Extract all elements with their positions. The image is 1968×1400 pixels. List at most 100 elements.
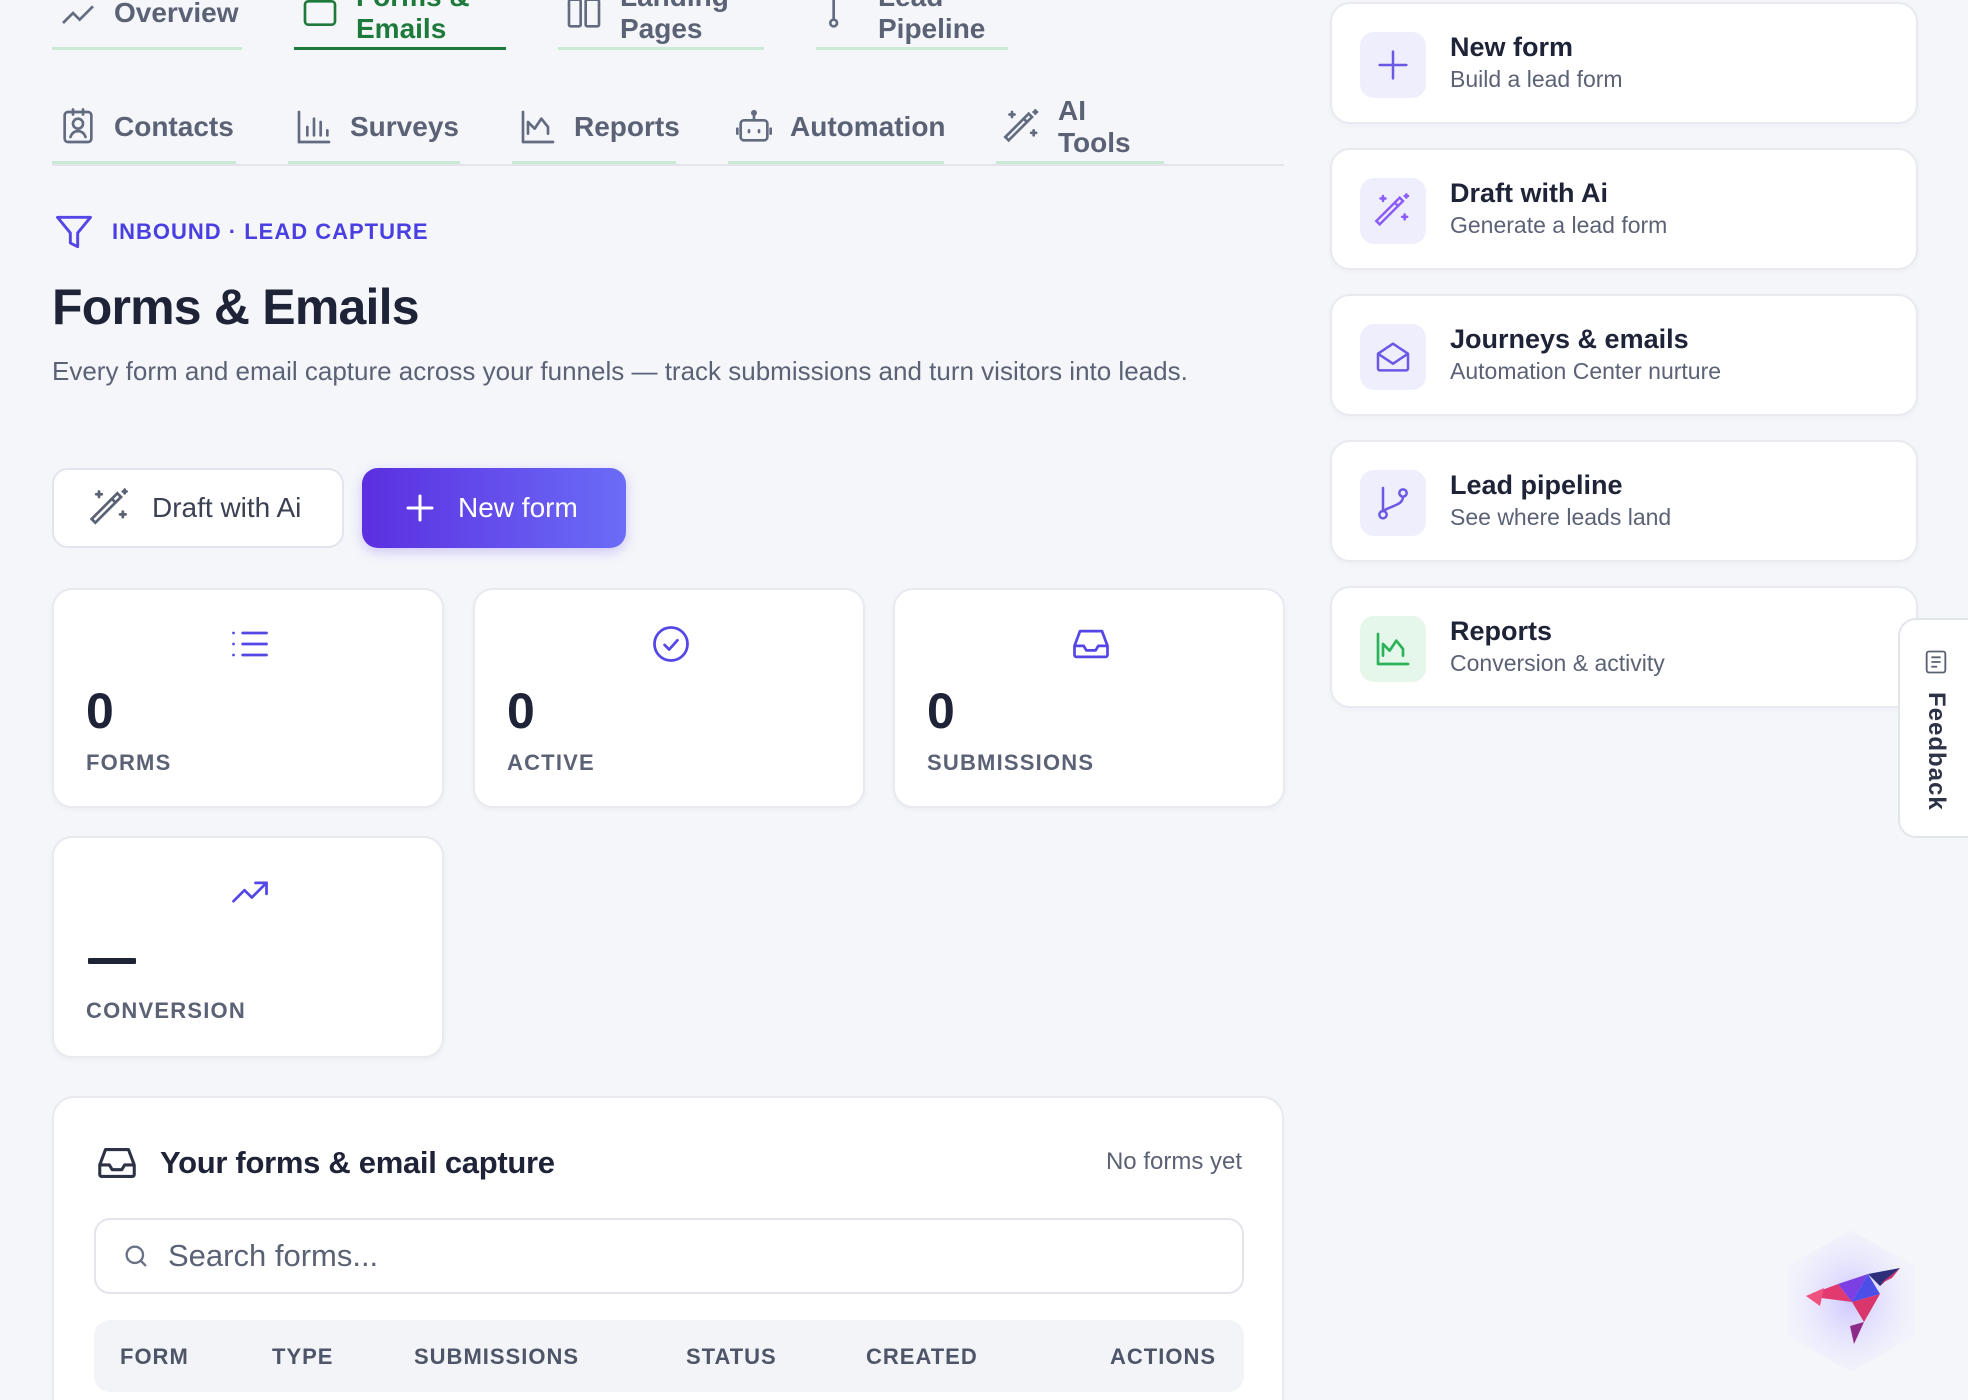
magic-wand-icon [1373, 191, 1413, 231]
tab-reports[interactable]: Reports [512, 92, 680, 164]
tab-surveys[interactable]: Surveys [288, 92, 460, 164]
quick-card-icon [1360, 470, 1426, 536]
button-label: New form [458, 492, 578, 523]
quick-card-title: Lead pipeline [1450, 470, 1623, 500]
quick-card-title: New form [1450, 32, 1574, 62]
quick-card-new-form[interactable]: New form Build a lead form [1330, 2, 1918, 124]
tab-label: Landing Pages [620, 0, 729, 44]
plus-icon [1373, 45, 1413, 85]
search-icon [122, 1242, 150, 1270]
feedback-label: Feedback [1923, 692, 1950, 811]
column-form[interactable]: FORM [120, 1344, 189, 1370]
quick-card-reports[interactable]: Reports Conversion & activity [1330, 586, 1918, 708]
mail-icon [300, 0, 340, 33]
quick-card-title: Reports [1450, 616, 1553, 646]
sparkle-icon [58, 0, 98, 33]
quick-card-title: Draft with Ai [1450, 178, 1608, 208]
inbox-icon [94, 1140, 140, 1186]
tab-label: Forms & Emails [356, 0, 470, 44]
page-title: Forms & Emails [52, 279, 420, 335]
tab-contacts[interactable]: Contacts [52, 92, 236, 164]
stat-label: CONVERSION [86, 998, 246, 1023]
plus-icon [402, 490, 438, 526]
stat-label: ACTIVE [507, 750, 595, 775]
tab-automation[interactable]: Automation [728, 92, 946, 164]
table-header: FORM TYPE SUBMISSIONS STATUS CREATED ACT… [94, 1320, 1244, 1392]
stat-value: 0 [86, 683, 114, 739]
quick-card-title: Journeys & emails [1450, 324, 1689, 354]
column-type[interactable]: TYPE [272, 1344, 333, 1370]
tab-label: AI Tools [1058, 94, 1131, 158]
tab-label: Lead Pipeline [878, 0, 986, 44]
tab-label: Surveys [350, 110, 459, 142]
layout-icon [564, 0, 604, 33]
tab-lead-pipeline[interactable]: Lead Pipeline [816, 0, 1008, 50]
stat-label: FORMS [86, 750, 172, 775]
feedback-icon [1922, 648, 1950, 676]
trending-up-icon [228, 870, 272, 914]
line-chart-icon [518, 107, 558, 147]
stat-value-empty [88, 958, 136, 964]
quick-card-draft-ai[interactable]: Draft with Ai Generate a lead form [1330, 148, 1918, 270]
breadcrumb-text: INBOUND · LEAD CAPTURE [112, 219, 429, 244]
magic-wand-icon [1002, 107, 1042, 147]
button-label: Draft with Ai [152, 492, 302, 523]
chart-icon [1373, 629, 1413, 669]
panel-header: Your forms & email capture [94, 1140, 555, 1186]
draft-with-ai-button[interactable]: Draft with Ai [52, 468, 344, 548]
stat-label: SUBMISSIONS [927, 750, 1095, 775]
funnel-icon [52, 210, 96, 254]
check-circle-icon [649, 622, 693, 666]
tab-forms-emails[interactable]: Forms & Emails [294, 0, 506, 50]
quick-card-subtitle: See where leads land [1450, 504, 1672, 530]
stat-card-active: 0 ACTIVE [473, 588, 865, 808]
quick-card-lead-pipeline[interactable]: Lead pipeline See where leads land [1330, 440, 1918, 562]
quick-card-icon [1360, 178, 1426, 244]
stat-card-forms: 0 FORMS [52, 588, 444, 808]
robot-icon [734, 107, 774, 147]
stat-card-conversion: CONVERSION [52, 836, 444, 1058]
column-submissions[interactable]: SUBMISSIONS [414, 1344, 579, 1370]
tab-label: Contacts [114, 110, 234, 142]
forms-panel: Your forms & email capture No forms yet … [52, 1096, 1284, 1400]
inbox-icon [1069, 622, 1113, 666]
envelope-open-icon [1373, 337, 1413, 377]
secondary-nav: Contacts Surveys Reports Automation AI T… [52, 92, 1216, 164]
tab-overview[interactable]: Overview [52, 0, 242, 50]
stat-value: 0 [927, 683, 955, 739]
magic-wand-icon [88, 486, 132, 530]
quick-card-subtitle: Conversion & activity [1450, 650, 1665, 676]
quick-card-icon [1360, 324, 1426, 390]
tab-label: Overview [114, 0, 239, 28]
column-status[interactable]: STATUS [686, 1344, 777, 1370]
quick-card-subtitle: Automation Center nurture [1450, 358, 1722, 384]
quick-card-icon [1360, 32, 1426, 98]
quick-card-icon [1360, 616, 1426, 682]
stat-value: 0 [507, 683, 535, 739]
search-input[interactable] [168, 1238, 1168, 1274]
stat-card-submissions: 0 SUBMISSIONS [893, 588, 1285, 808]
hummingbird-icon [1788, 1230, 1914, 1372]
contact-card-icon [58, 107, 98, 147]
tab-ai-tools[interactable]: AI Tools [996, 92, 1164, 164]
forms-count-status: No forms yet [1105, 1148, 1242, 1175]
quick-card-journeys[interactable]: Journeys & emails Automation Center nurt… [1330, 294, 1918, 416]
bar-chart-icon [294, 107, 334, 147]
nav-divider [52, 164, 1284, 166]
quick-card-subtitle: Generate a lead form [1450, 212, 1668, 238]
primary-nav: Overview Forms & Emails Landing Pages Le… [52, 0, 1060, 50]
column-actions[interactable]: ACTIONS [1110, 1344, 1216, 1370]
git-branch-icon [1373, 483, 1413, 523]
panel-title: Your forms & email capture [160, 1145, 555, 1180]
page-subtitle: Every form and email capture across your… [52, 356, 1188, 386]
list-icon [228, 622, 272, 666]
breadcrumb: INBOUND · LEAD CAPTURE [52, 210, 429, 254]
column-created[interactable]: CREATED [866, 1344, 978, 1370]
feedback-tab[interactable]: Feedback [1898, 618, 1968, 838]
tab-label: Reports [574, 110, 680, 142]
assistant-bird-launcher[interactable] [1776, 1226, 1926, 1376]
tab-landing-pages[interactable]: Landing Pages [558, 0, 764, 50]
new-form-button[interactable]: New form [362, 468, 626, 548]
search-box[interactable] [94, 1218, 1244, 1294]
tab-label: Automation [790, 110, 946, 142]
